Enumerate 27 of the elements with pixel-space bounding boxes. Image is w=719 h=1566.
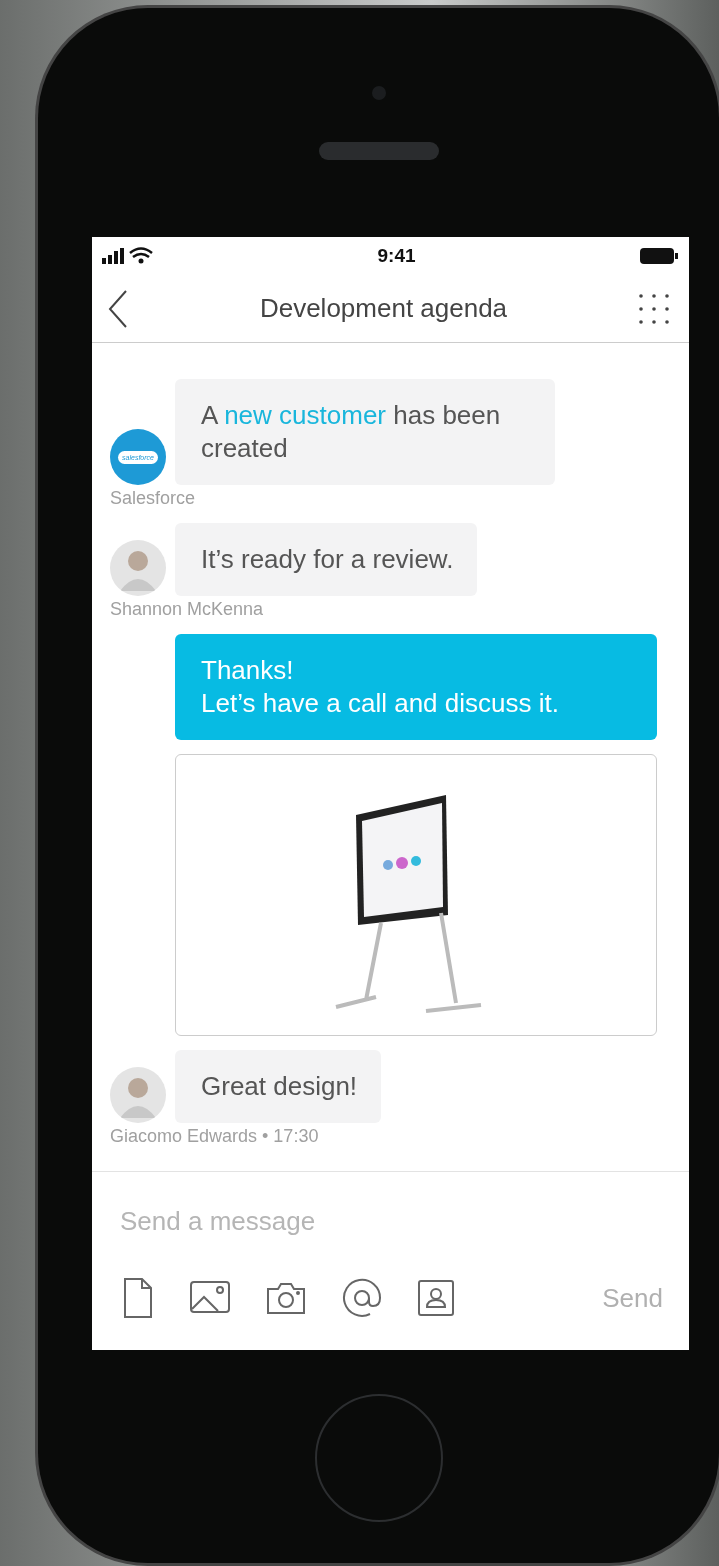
chevron-left-icon xyxy=(108,289,128,328)
sender-name: Giacomo Edwards • 17:30 xyxy=(110,1126,320,1147)
contact-button[interactable] xyxy=(418,1280,454,1316)
battery-icon xyxy=(639,247,679,265)
camera-button[interactable] xyxy=(266,1281,306,1315)
file-button[interactable] xyxy=(122,1276,154,1320)
menu-button[interactable] xyxy=(639,292,669,325)
message-bubble: A new customer has been created xyxy=(175,379,555,485)
status-time: 9:41 xyxy=(377,245,416,267)
customer-link[interactable]: new customer xyxy=(224,400,386,430)
mention-button[interactable] xyxy=(342,1278,382,1318)
message-bubble: Thanks! Let’s have a call and discuss it. xyxy=(175,634,657,740)
contact-card-icon xyxy=(418,1280,454,1316)
send-button[interactable]: Send xyxy=(602,1282,663,1314)
image-icon xyxy=(190,1281,230,1315)
message-bubble: It’s ready for a review. xyxy=(175,523,478,596)
message-bubble: Great design! xyxy=(175,1050,382,1123)
file-icon xyxy=(122,1276,154,1320)
sender-name: Shannon McKenna xyxy=(110,599,265,620)
conversation-title: Development agenda xyxy=(259,293,508,324)
camera-icon xyxy=(266,1281,306,1315)
sender-name: Salesforce xyxy=(110,488,197,509)
back-button[interactable] xyxy=(108,289,128,328)
signal-wifi-icon xyxy=(102,247,154,265)
at-sign-icon xyxy=(342,1278,382,1318)
dot-grid-icon xyxy=(639,292,669,325)
image-button[interactable] xyxy=(190,1281,230,1315)
